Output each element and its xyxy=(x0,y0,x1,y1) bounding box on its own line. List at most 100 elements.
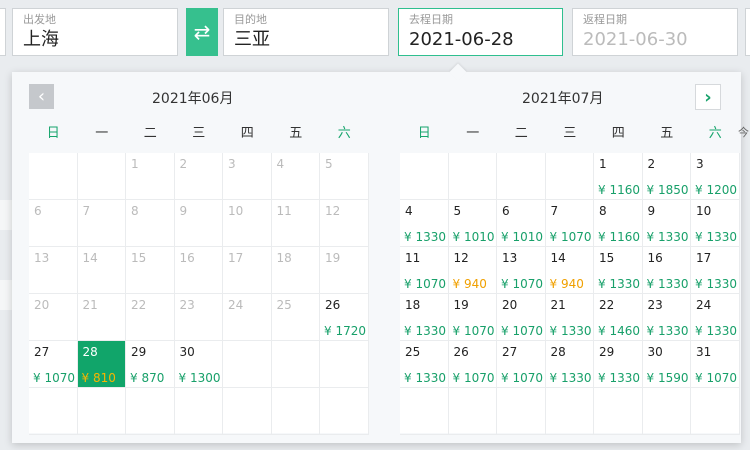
calendar-day-cell[interactable]: 28 ¥ 1330 xyxy=(545,341,594,388)
calendar-day-cell[interactable]: 30 ¥ 1300 xyxy=(174,341,223,388)
day-number: 8 xyxy=(599,204,607,218)
day-price: ¥ 1330 xyxy=(598,371,640,385)
calendar-empty-cell xyxy=(320,388,369,435)
calendar-day-cell: 20 xyxy=(29,294,78,341)
calendar-day-cell[interactable]: 11 ¥ 1070 xyxy=(400,247,449,294)
day-price: ¥ 1720 xyxy=(324,324,366,338)
calendar-day-cell[interactable]: 18 ¥ 1330 xyxy=(400,294,449,341)
calendar-day-cell[interactable]: 25 ¥ 1330 xyxy=(400,341,449,388)
day-number: 11 xyxy=(405,251,421,265)
day-price: ¥ 1070 xyxy=(501,371,543,385)
day-price: ¥ 870 xyxy=(130,371,165,385)
calendar-day-cell[interactable]: 26 ¥ 1070 xyxy=(448,341,497,388)
day-number: 7 xyxy=(550,204,559,218)
day-price: ¥ 1330 xyxy=(695,230,737,244)
calendar-empty-cell xyxy=(174,388,223,435)
day-price: ¥ 1330 xyxy=(598,277,640,291)
origin-field[interactable]: 出发地 上海 xyxy=(12,8,178,56)
calendar-day-cell: 16 xyxy=(174,247,223,294)
calendar-day-cell[interactable]: 4 ¥ 1330 xyxy=(400,200,449,247)
day-number: 1 xyxy=(131,157,139,171)
calendar-day-cell[interactable]: 19 ¥ 1070 xyxy=(448,294,497,341)
calendar-day-cell[interactable]: 17 ¥ 1330 xyxy=(691,247,740,294)
return-date-value: 2021-06-30 xyxy=(583,29,688,50)
day-number: 28 xyxy=(550,345,566,359)
calendar-day-cell[interactable]: 7 ¥ 1070 xyxy=(545,200,594,247)
day-price: ¥ 1300 xyxy=(178,371,221,385)
calendar-day-cell[interactable]: 1 ¥ 1160 xyxy=(594,153,643,200)
next-month-button[interactable]: › xyxy=(695,84,721,110)
calendar-empty-cell xyxy=(497,153,546,200)
calendar-empty-cell xyxy=(691,388,740,435)
day-number: 18 xyxy=(405,298,421,312)
calendar-day-cell[interactable]: 23 ¥ 1330 xyxy=(642,294,691,341)
swap-button[interactable]: ⇄ xyxy=(186,8,218,56)
weekday-label: 六 xyxy=(337,126,351,141)
calendar-day-cell: 15 xyxy=(126,247,175,294)
calendar-day-cell[interactable]: 16 ¥ 1330 xyxy=(642,247,691,294)
day-price: ¥ 1330 xyxy=(646,230,689,244)
day-price: ¥ 1070 xyxy=(549,230,592,244)
calendar-empty-cell xyxy=(29,388,78,435)
calendar-empty-cell xyxy=(497,388,546,435)
calendar-day-cell[interactable]: 27 ¥ 1070 xyxy=(497,341,546,388)
calendar-day-cell[interactable]: 5 ¥ 1010 xyxy=(448,200,497,247)
calendar-day-cell[interactable]: 28 ¥ 810 xyxy=(77,341,126,388)
calendar-day-cell: 12 xyxy=(320,200,369,247)
calendar-day-cell[interactable]: 8 ¥ 1160 xyxy=(594,200,643,247)
day-number: 27 xyxy=(34,345,50,359)
weekday-label: 六 xyxy=(708,126,722,141)
swap-arrows-icon: ⇄ xyxy=(193,20,211,44)
depart-date-value: 2021-06-28 xyxy=(409,29,514,50)
calendar-day-cell[interactable]: 2 ¥ 1850 xyxy=(642,153,691,200)
day-price: ¥ 1010 xyxy=(452,230,495,244)
day-price: ¥ 1330 xyxy=(646,277,689,291)
day-number: 3 xyxy=(696,157,704,171)
calendar-day-cell[interactable]: 27 ¥ 1070 xyxy=(29,341,78,388)
calendar-day-cell[interactable]: 30 ¥ 1590 xyxy=(642,341,691,388)
origin-value: 上海 xyxy=(23,29,59,50)
destination-field[interactable]: 目的地 三亚 xyxy=(223,8,389,56)
day-price: ¥ 940 xyxy=(549,277,584,291)
calendar-day-cell[interactable]: 21 ¥ 1330 xyxy=(545,294,594,341)
calendar-day-cell: 25 xyxy=(271,294,320,341)
calendar-day-cell[interactable]: 10 ¥ 1330 xyxy=(691,200,740,247)
calendar-day-cell[interactable]: 6 ¥ 1010 xyxy=(497,200,546,247)
calendar-day-cell[interactable]: 12 ¥ 940 xyxy=(448,247,497,294)
day-number: 29 xyxy=(131,345,147,359)
return-date-field[interactable]: 返程日期 2021-06-30 xyxy=(572,8,738,56)
calendar-day-cell[interactable]: 13 ¥ 1070 xyxy=(497,247,546,294)
day-number: 11 xyxy=(276,204,292,218)
calendar-day-cell[interactable]: 9 ¥ 1330 xyxy=(642,200,691,247)
calendar-day-cell: 21 xyxy=(77,294,126,341)
calendar-day-cell[interactable]: 20 ¥ 1070 xyxy=(497,294,546,341)
calendar-day-cell[interactable]: 15 ¥ 1330 xyxy=(594,247,643,294)
calendar-day-cell[interactable]: 3 ¥ 1200 xyxy=(691,153,740,200)
depart-date-field[interactable]: 去程日期 2021-06-28 xyxy=(398,8,563,56)
day-number: 29 xyxy=(599,345,615,359)
day-number: 6 xyxy=(34,204,42,218)
calendar-day-cell: 5 xyxy=(320,153,369,200)
calendar-day-cell: 14 xyxy=(77,247,126,294)
weekday-label: 四 xyxy=(611,126,625,141)
calendar-day-cell[interactable]: 22 ¥ 1460 xyxy=(594,294,643,341)
field-edge-left xyxy=(0,8,6,56)
day-price: ¥ 1330 xyxy=(549,324,592,338)
calendar-day-cell[interactable]: 14 ¥ 940 xyxy=(545,247,594,294)
calendar-day-cell[interactable]: 31 ¥ 1070 xyxy=(691,341,740,388)
day-number: 21 xyxy=(550,298,566,312)
weekday-label: 五 xyxy=(660,126,674,141)
day-price: ¥ 1460 xyxy=(598,324,640,338)
calendar-day-cell[interactable]: 24 ¥ 1330 xyxy=(691,294,740,341)
day-number: 21 xyxy=(82,298,98,312)
calendar-empty-cell xyxy=(594,388,643,435)
calendar-day-cell[interactable]: 26 ¥ 1720 xyxy=(320,294,369,341)
calendar-empty-cell xyxy=(271,341,320,388)
prev-month-button[interactable]: ‹ xyxy=(29,84,54,109)
calendar-day-cell[interactable]: 29 ¥ 870 xyxy=(126,341,175,388)
day-number: 4 xyxy=(276,157,285,171)
day-number: 24 xyxy=(228,298,244,312)
day-number: 1 xyxy=(599,157,607,171)
weekday-header-july: 日一二三四五六 xyxy=(400,122,740,141)
calendar-day-cell[interactable]: 29 ¥ 1330 xyxy=(594,341,643,388)
